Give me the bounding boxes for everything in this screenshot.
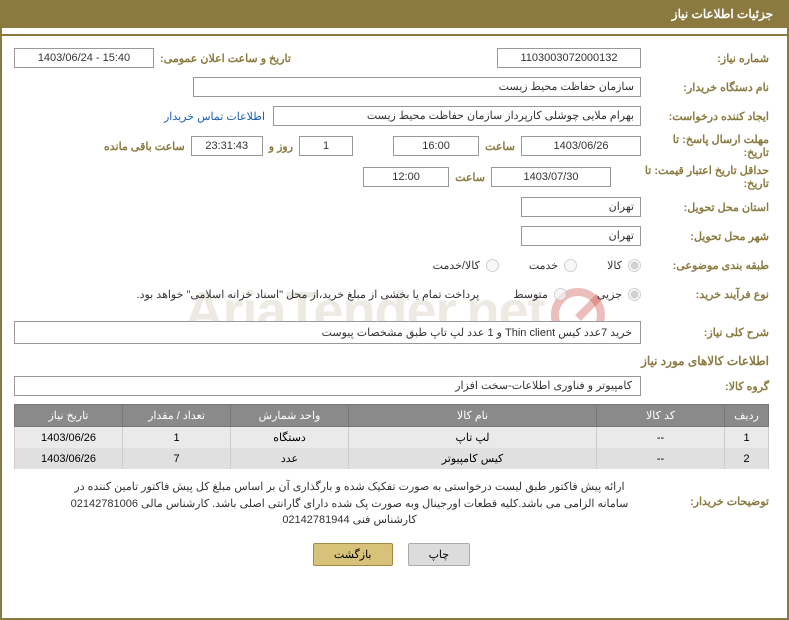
table-cell-qty: 7 <box>123 448 231 469</box>
label-days-and: روز و <box>269 140 293 153</box>
label-buyer-notes: توضیحات خریدار: <box>641 477 769 508</box>
label-remaining: ساعت باقی مانده <box>104 140 185 153</box>
field-validity-date: 1403/07/30 <box>491 167 611 187</box>
label-hour-1: ساعت <box>485 140 515 153</box>
table-cell-unit: عدد <box>231 448 349 469</box>
table-header-2: نام کالا <box>349 405 597 427</box>
label-buyer-org: نام دستگاه خریدار: <box>641 81 769 94</box>
table-header-3: واحد شمارش <box>231 405 349 427</box>
process-option-0[interactable]: جزیی <box>597 288 641 301</box>
label-requester: ایجاد کننده درخواست: <box>641 110 769 123</box>
field-buyer-notes: ارائه پیش فاکتور طبق لیست درخواستی به صو… <box>14 477 641 531</box>
table-cell-code: -- <box>597 448 725 469</box>
goods-table: ردیفکد کالانام کالاواحد شمارشتعداد / مقد… <box>14 404 769 469</box>
table-header-5: تاریخ نیاز <box>15 405 123 427</box>
field-requester: بهرام ملایی چوشلی کارپرداز سازمان حفاظت … <box>273 106 641 126</box>
field-goods-group: کامپیوتر و فناوری اطلاعات-سخت افزار <box>14 376 641 396</box>
field-remaining-time: 23:31:43 <box>191 136 263 156</box>
panel-title: جزئیات اطلاعات نیاز <box>2 0 787 28</box>
process-radio-1[interactable] <box>554 288 567 301</box>
process-label-0: جزیی <box>597 288 622 301</box>
section-goods-info: اطلاعات کالاهای مورد نیاز <box>14 354 769 368</box>
table-cell-date: 1403/06/26 <box>15 448 123 469</box>
field-overall-desc: خرید 7عدد کیس Thin client و 1 عدد لپ تاپ… <box>14 321 641 344</box>
field-buyer-org: سازمان حفاظت محیط زیست <box>193 77 641 97</box>
label-min-validity: حداقل تاریخ اعتبار قیمت: تا تاریخ: <box>611 164 769 190</box>
label-category-type: طبقه بندی موضوعی: <box>641 259 769 272</box>
category-option-2[interactable]: کالا/خدمت <box>433 259 499 272</box>
print-button[interactable]: چاپ <box>408 543 471 566</box>
category-option-0[interactable]: کالا <box>607 259 641 272</box>
label-goods-group: گروه کالا: <box>641 380 769 393</box>
table-cell-idx: 1 <box>725 427 769 449</box>
label-need-no: شماره نیاز: <box>641 52 769 65</box>
table-cell-name: لپ تاپ <box>349 427 597 449</box>
table-header-0: ردیف <box>725 405 769 427</box>
table-row: 1--لپ تاپدستگاه11403/06/26 <box>15 427 769 449</box>
table-cell-idx: 2 <box>725 448 769 469</box>
label-overall-desc: شرح کلی نیاز: <box>641 326 769 339</box>
category-radio-2[interactable] <box>486 259 499 272</box>
table-cell-name: کیس کامپیوتر <box>349 448 597 469</box>
field-reply-date: 1403/06/26 <box>521 136 641 156</box>
category-radio-0[interactable] <box>628 259 641 272</box>
buyer-contact-link[interactable]: اطلاعات تماس خریدار <box>164 110 265 123</box>
field-announce-datetime: 1403/06/24 - 15:40 <box>14 48 154 68</box>
process-label-1: متوسط <box>513 288 548 301</box>
category-option-1[interactable]: خدمت <box>529 259 577 272</box>
purchase-note: پرداخت تمام یا بخشی از مبلغ خرید،از محل … <box>137 288 480 301</box>
back-button[interactable]: بازگشت <box>313 543 393 566</box>
table-cell-unit: دستگاه <box>231 427 349 449</box>
category-label-1: خدمت <box>529 259 558 272</box>
table-cell-code: -- <box>597 427 725 449</box>
label-city: شهر محل تحویل: <box>641 230 769 243</box>
category-label-0: کالا <box>607 259 622 272</box>
table-header-1: کد کالا <box>597 405 725 427</box>
field-need-no: 1103003072000132 <box>497 48 641 68</box>
label-province: استان محل تحویل: <box>641 201 769 214</box>
field-province: تهران <box>521 197 641 217</box>
category-radio-1[interactable] <box>564 259 577 272</box>
field-city: تهران <box>521 226 641 246</box>
field-remaining-days: 1 <box>299 136 353 156</box>
process-radio-0[interactable] <box>628 288 641 301</box>
table-cell-qty: 1 <box>123 427 231 449</box>
label-reply-deadline: مهلت ارسال پاسخ: تا تاریخ: <box>641 133 769 159</box>
process-option-1[interactable]: متوسط <box>513 288 567 301</box>
label-hour-2: ساعت <box>455 171 485 184</box>
label-announce-datetime: تاریخ و ساعت اعلان عمومی: <box>160 52 291 65</box>
category-label-2: کالا/خدمت <box>433 259 480 272</box>
field-validity-time: 12:00 <box>363 167 449 187</box>
table-cell-date: 1403/06/26 <box>15 427 123 449</box>
field-reply-time: 16:00 <box>393 136 479 156</box>
table-header-4: تعداد / مقدار <box>123 405 231 427</box>
table-row: 2--کیس کامپیوترعدد71403/06/26 <box>15 448 769 469</box>
label-purchase-type: نوع فرآیند خرید: <box>641 288 769 301</box>
